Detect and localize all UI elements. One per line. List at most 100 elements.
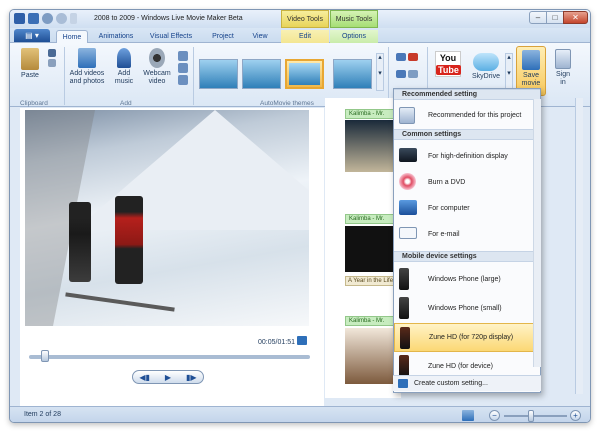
menu-item-email[interactable]: For e-mail: [394, 221, 540, 247]
play-button[interactable]: ▶: [157, 373, 179, 382]
clip-thumbnail[interactable]: [345, 328, 397, 384]
menu-item-burn-dvd[interactable]: Burn a DVD: [394, 169, 540, 195]
share-gallery-scroll[interactable]: ▴ ▾: [505, 53, 513, 89]
menu-item-hd-display[interactable]: For high-definition display: [394, 143, 540, 169]
storyboard-view-icon[interactable]: [462, 410, 474, 421]
seek-thumb[interactable]: [41, 350, 49, 362]
automovie-theme-4[interactable]: [333, 59, 372, 89]
menu-item-windows-phone-small[interactable]: Windows Phone (small): [394, 294, 540, 323]
cut-button[interactable]: [47, 49, 57, 69]
clip-music-label[interactable]: Kalimba - Mr.: [345, 214, 397, 224]
add-music-label-1: Add: [117, 70, 131, 77]
tab-visual-effects[interactable]: Visual Effects: [143, 30, 199, 43]
zoom-thumb[interactable]: [528, 410, 534, 422]
tab-edit[interactable]: Edit: [281, 30, 329, 43]
zune-hd-icon: [399, 355, 409, 377]
webcam-icon: [149, 48, 165, 68]
seek-bar[interactable]: [29, 355, 310, 359]
add-videos-photos-button[interactable]: Add videos and photos: [67, 48, 107, 86]
computer-icon: [399, 200, 417, 215]
webcam-video-button[interactable]: Webcam video: [141, 48, 173, 86]
tab-view[interactable]: View: [245, 30, 275, 43]
add-more-button[interactable]: [176, 51, 190, 87]
sign-in-label-1: Sign: [555, 71, 570, 78]
copy-icon: [48, 59, 56, 67]
add-videos-label-1: Add videos: [69, 70, 105, 77]
rotate-right-icon: [396, 70, 407, 78]
dvd-icon: [399, 173, 416, 190]
ribbon-separator: [388, 47, 389, 105]
paste-label: Paste: [21, 72, 39, 79]
hd-display-label: For high-definition display: [428, 153, 508, 160]
app-window: 2008 to 2009 - Windows Live Movie Maker …: [9, 9, 591, 423]
save-icon[interactable]: [28, 13, 39, 24]
next-frame-button[interactable]: ▮▶: [180, 373, 202, 382]
playback-time: 00:05/01:51: [258, 339, 295, 346]
redo-icon[interactable]: [56, 13, 67, 24]
menu-item-computer[interactable]: For computer: [394, 195, 540, 221]
maximize-button[interactable]: □: [546, 11, 564, 24]
save-menu-scrollbar[interactable]: [533, 99, 541, 367]
editing-tools[interactable]: [392, 53, 422, 83]
theme-preview: [289, 63, 320, 85]
previous-frame-button[interactable]: ◀▮: [134, 373, 156, 382]
burn-dvd-label: Burn a DVD: [428, 179, 466, 186]
tab-options[interactable]: Options: [330, 30, 378, 43]
webcam-label-2: video: [148, 78, 166, 85]
caption-text: Year in the Life: [353, 278, 394, 284]
youtube-button[interactable]: You Tube: [432, 51, 464, 77]
menu-item-windows-phone-large[interactable]: Windows Phone (large): [394, 265, 540, 294]
email-label: For e-mail: [428, 231, 460, 238]
film-photo-icon: [78, 48, 96, 68]
application-menu-button[interactable]: ▤ ▾: [14, 29, 50, 42]
video-preview[interactable]: [25, 110, 309, 326]
recommended-icon: [399, 107, 415, 124]
skydrive-icon: [473, 53, 499, 71]
add-music-button[interactable]: Add music: [110, 48, 138, 86]
sign-in-button[interactable]: Sign in: [550, 49, 576, 87]
clip-thumbnail[interactable]: [345, 288, 397, 308]
email-icon: [399, 227, 417, 239]
music-note-icon: [117, 48, 131, 68]
paste-button[interactable]: Paste: [16, 48, 44, 80]
rotate-left-icon: [396, 53, 407, 61]
theme-gallery-scroll[interactable]: ▴ ▾: [376, 53, 384, 91]
close-button[interactable]: ✕: [563, 11, 588, 24]
caption-icon: [178, 63, 188, 73]
paste-icon: [21, 48, 39, 70]
menu-item-zune-hd-720p[interactable]: Zune HD (for 720p display): [394, 323, 540, 352]
skier-child-2: [115, 196, 143, 284]
tab-home[interactable]: Home: [56, 30, 88, 43]
custom-setting-icon: [398, 379, 408, 388]
ribbon-tabs: ▤ ▾ Home Animations Visual Effects Proje…: [10, 28, 590, 43]
clip-thumbnail[interactable]: [345, 120, 397, 172]
menu-item-custom-setting[interactable]: Create custom setting...: [393, 375, 541, 391]
storyboard-scrollbar[interactable]: [575, 98, 583, 394]
tab-animations[interactable]: Animations: [94, 30, 138, 43]
zune-hd-device-label: Zune HD (for device): [428, 363, 493, 370]
automovie-theme-3[interactable]: [285, 59, 324, 89]
webcam-label-1: Webcam: [143, 70, 171, 77]
credits-icon: [178, 75, 188, 85]
minimize-button[interactable]: –: [529, 11, 547, 24]
zoom-slider[interactable]: [504, 415, 567, 417]
tab-project[interactable]: Project: [206, 30, 240, 43]
select-all-icon: [407, 70, 418, 78]
fullscreen-icon[interactable]: [297, 336, 307, 345]
zoom-in-button[interactable]: +: [570, 410, 581, 421]
zoom-out-button[interactable]: −: [489, 410, 500, 421]
windows-phone-large-label: Windows Phone (large): [428, 276, 501, 283]
skydrive-button[interactable]: SkyDrive: [468, 53, 504, 81]
automovie-theme-1[interactable]: [199, 59, 238, 89]
themes-group-label: AutoMovie themes: [260, 100, 314, 107]
youtube-logo-top: You: [439, 53, 457, 63]
clip-music-label[interactable]: Kalimba - Mr.: [345, 316, 397, 326]
customize-qat-icon[interactable]: [70, 13, 77, 24]
undo-icon[interactable]: [42, 13, 53, 24]
clip-music-label[interactable]: Kalimba - Mr.: [345, 109, 397, 119]
clip-caption[interactable]: A Year in the Life: [345, 276, 397, 286]
clip-thumbnail[interactable]: [345, 226, 397, 272]
menu-item-recommended[interactable]: Recommended for this project: [394, 104, 540, 126]
add-music-label-2: music: [114, 78, 134, 85]
automovie-theme-2[interactable]: [242, 59, 281, 89]
